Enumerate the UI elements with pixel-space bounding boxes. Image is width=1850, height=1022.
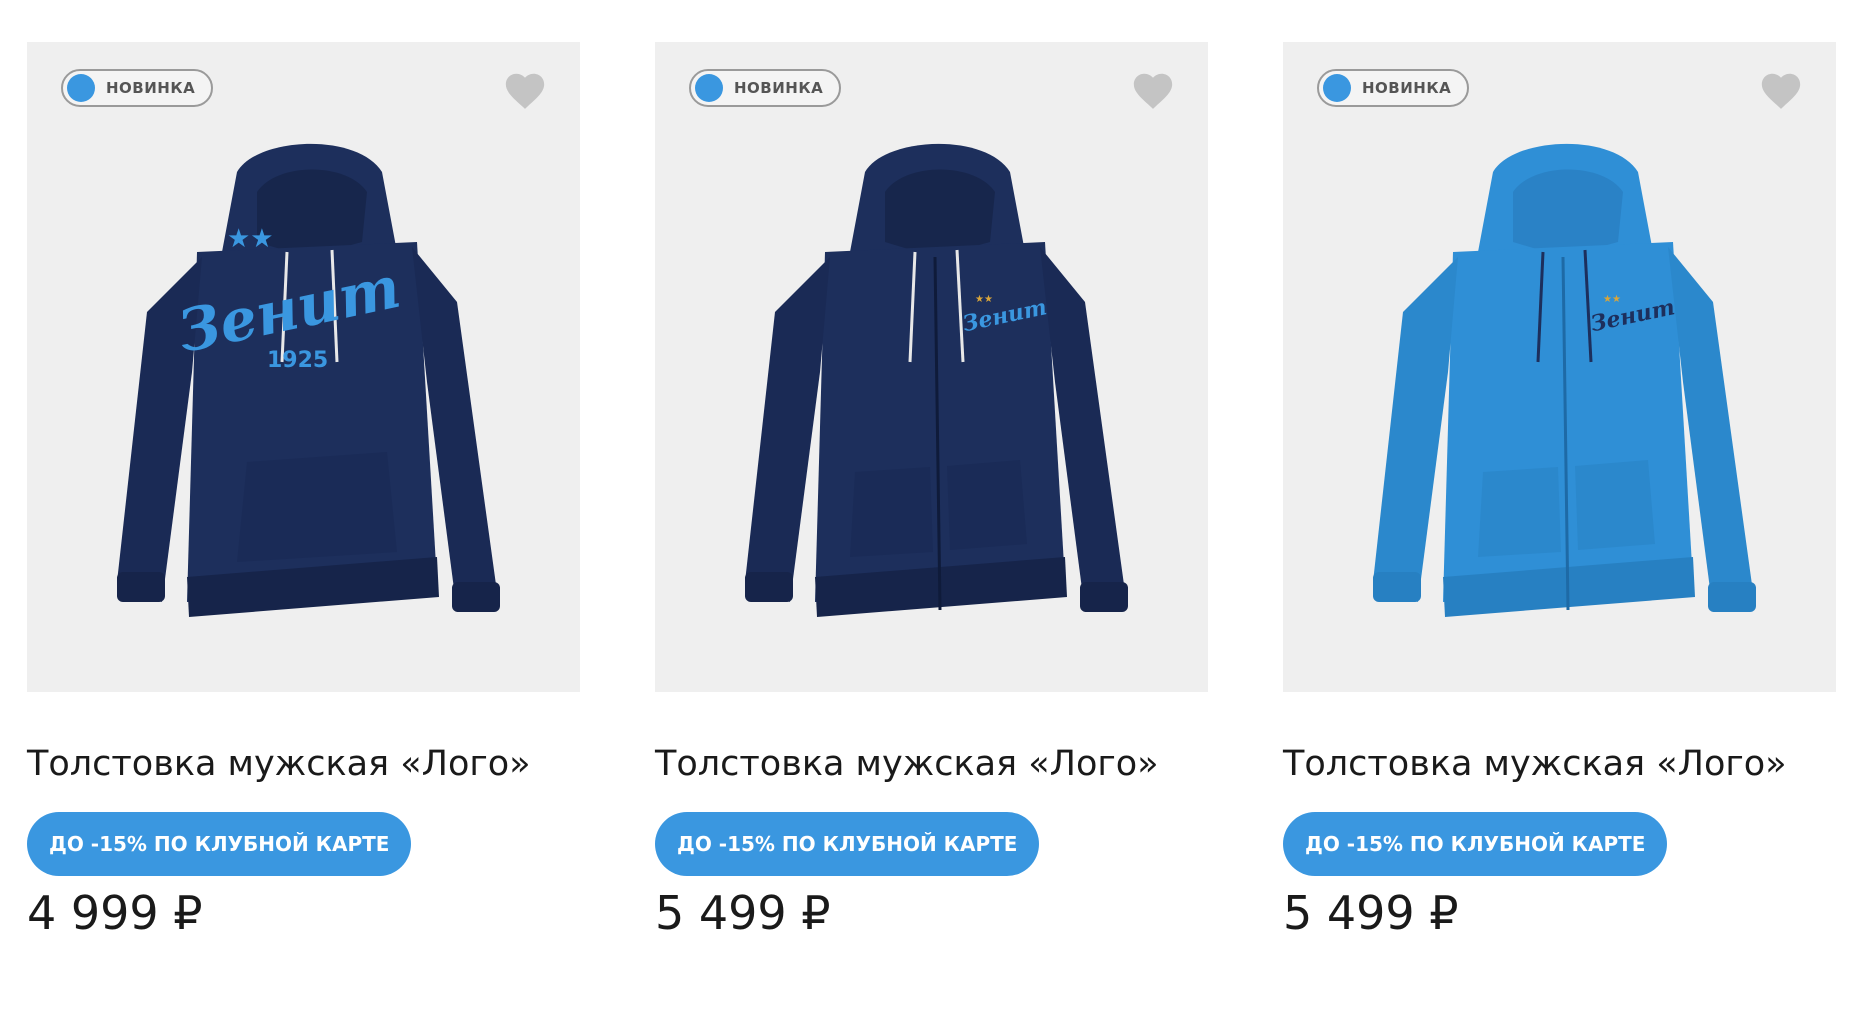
club-card-discount-button[interactable]: ДО -15% ПО КЛУБНОЙ КАРТЕ: [1283, 812, 1668, 876]
heart-icon[interactable]: [1130, 68, 1176, 114]
product-image-blue-zip-hoodie: ★★ Зенит: [1373, 143, 1756, 617]
product-price: 5 499 ₽: [655, 886, 831, 940]
svg-text:★★: ★★: [975, 294, 993, 305]
new-badge-label: НОВИНКА: [106, 79, 196, 97]
badge-dot-icon: [1323, 74, 1351, 102]
product-price: 4 999 ₽: [27, 886, 203, 940]
product-image-area[interactable]: НОВИНКА: [655, 42, 1208, 692]
product-grid: НОВИНКА ★★ Зенит 1925 Толстовка мужская …: [0, 0, 1850, 1022]
product-image-area[interactable]: НОВИНКА ★★ Зенит: [1283, 42, 1836, 692]
new-badge: НОВИНКА: [61, 69, 214, 107]
club-card-discount-button[interactable]: ДО -15% ПО КЛУБНОЙ КАРТЕ: [27, 812, 412, 876]
product-image-area[interactable]: НОВИНКА: [27, 42, 580, 692]
product-card[interactable]: НОВИНКА: [655, 42, 1208, 942]
new-badge: НОВИНКА: [689, 69, 842, 107]
product-card[interactable]: НОВИНКА ★★ Зенит Толстовка мужская «Лого…: [1283, 42, 1836, 942]
badge-dot-icon: [67, 74, 95, 102]
svg-text:★★: ★★: [227, 224, 274, 254]
svg-text:★★: ★★: [1603, 294, 1621, 305]
heart-icon[interactable]: [1758, 68, 1804, 114]
new-badge: НОВИНКА: [1317, 69, 1470, 107]
club-card-discount-button[interactable]: ДО -15% ПО КЛУБНОЙ КАРТЕ: [655, 812, 1040, 876]
new-badge-label: НОВИНКА: [734, 79, 824, 97]
badge-dot-icon: [695, 74, 723, 102]
product-image-navy-pullover-hoodie: ★★ Зенит 1925: [117, 143, 500, 617]
heart-icon[interactable]: [502, 68, 548, 114]
product-image-navy-zip-hoodie: ★★ Зенит: [745, 143, 1128, 617]
product-card[interactable]: НОВИНКА: [27, 42, 580, 942]
product-title[interactable]: Толстовка мужская «Лого»: [1283, 742, 1836, 786]
product-title[interactable]: Толстовка мужская «Лого»: [27, 742, 580, 786]
new-badge-label: НОВИНКА: [1362, 79, 1452, 97]
product-price: 5 499 ₽: [1283, 886, 1459, 940]
svg-text:1925: 1925: [267, 348, 328, 373]
product-title[interactable]: Толстовка мужская «Лого»: [655, 742, 1208, 786]
